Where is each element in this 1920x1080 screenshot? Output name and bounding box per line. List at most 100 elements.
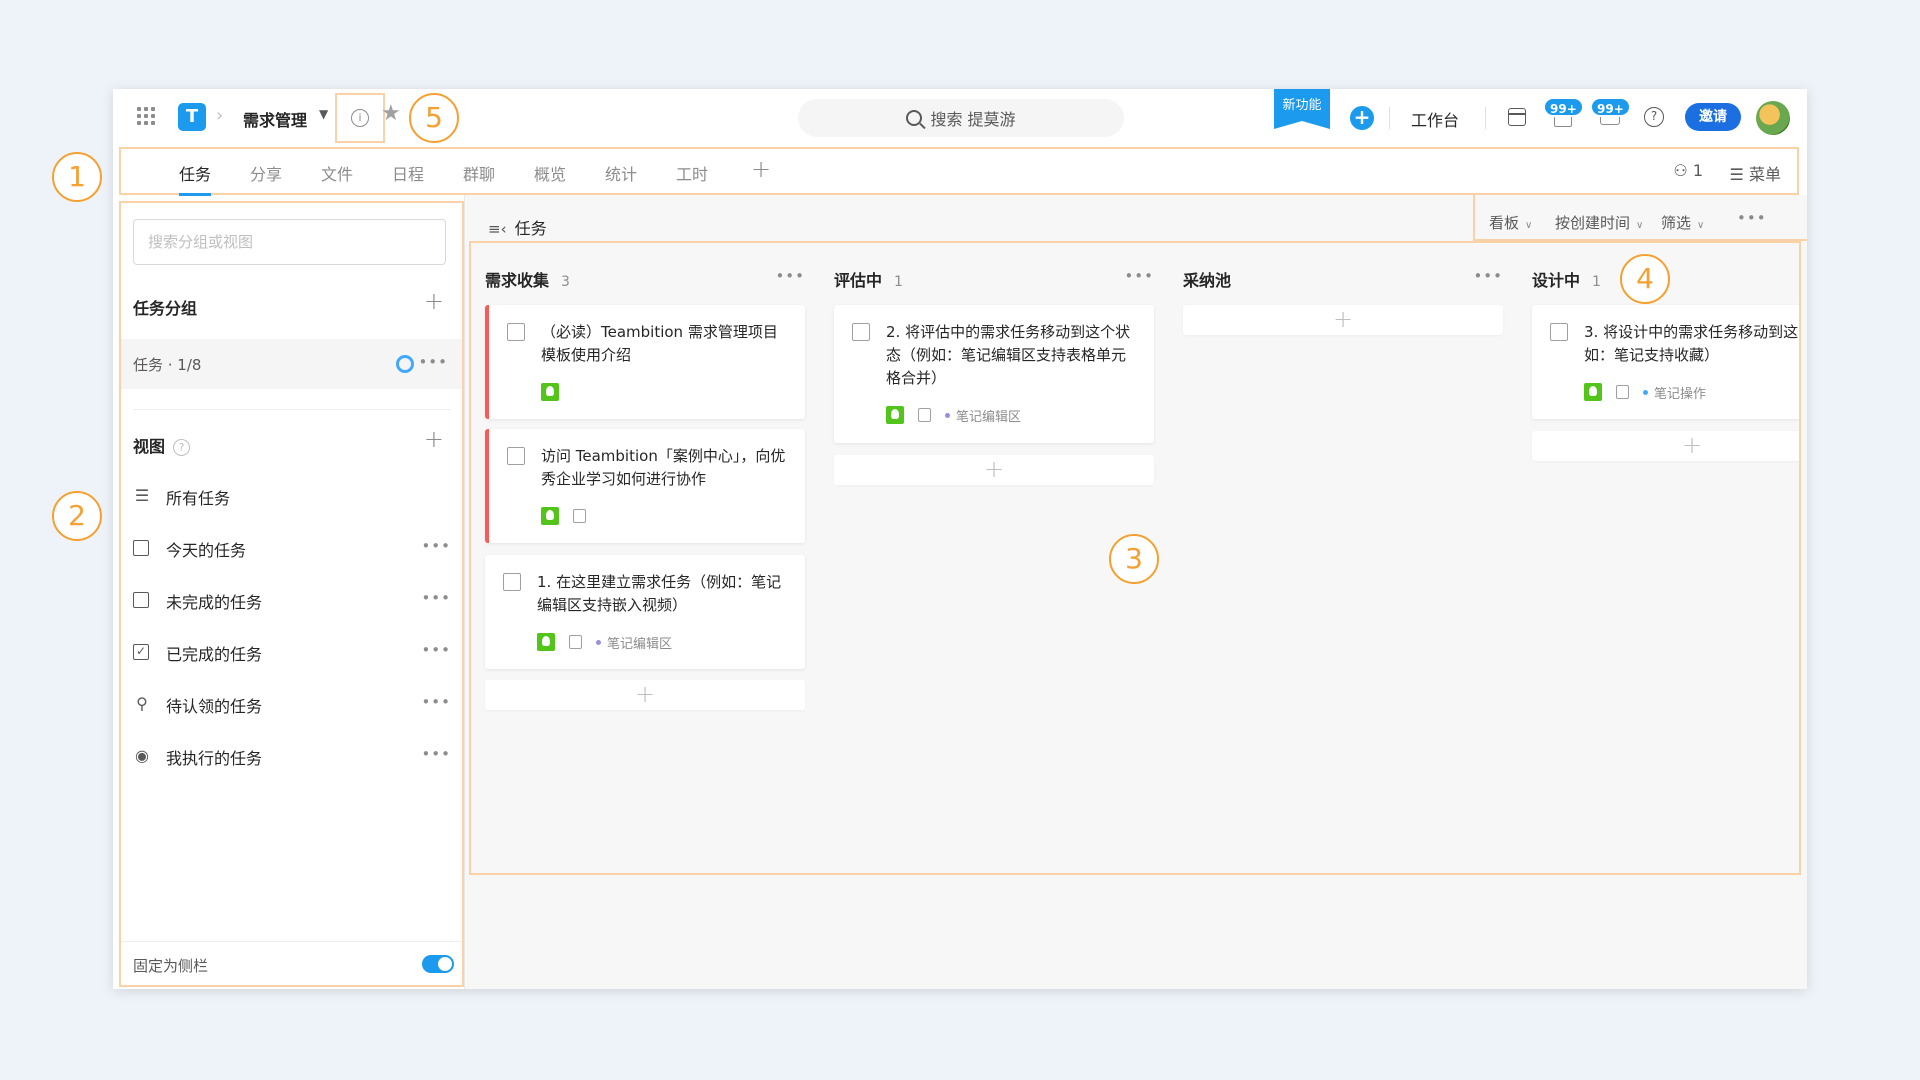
add-task-button[interactable]: + [1532,431,1799,461]
project-name[interactable]: 需求管理 [243,107,307,131]
task-card[interactable]: 2. 将评估中的需求任务移动到这个状态（例如：笔记编辑区支持表格单元格合并） 笔… [834,305,1154,443]
column-header: 设计中 1 [1532,267,1601,291]
view-item-all[interactable]: ☰ 所有任务 [133,485,451,509]
add-task-button[interactable]: + [485,680,805,710]
search-icon [906,110,923,126]
calendar-icon [133,540,149,556]
views-title: 视图? [133,433,191,457]
view-item-unclaimed[interactable]: ⚲ 待认领的任务 ••• [133,693,451,717]
column-header: 需求收集 3 [485,267,570,291]
add-group-icon[interactable]: + [424,287,444,315]
column-name: 需求收集 [485,271,550,290]
column-designing: 设计中 1 3. 将设计中的需求任务移动到这个状态（例如：笔记支持收藏） 笔记操作… [1532,243,1799,873]
task-card[interactable]: 访问 Teambition「案例中心」，向优秀企业学习如何进行协作 [485,429,805,543]
task-checkbox[interactable] [852,323,870,341]
task-title: 2. 将评估中的需求任务移动到这个状态（例如：笔记编辑区支持表格单元格合并） [886,323,1131,387]
help-icon[interactable]: ? [173,439,191,456]
group-item-label: 任务 · 1/8 [133,356,202,374]
progress-ring-icon [396,355,414,373]
group-item-tasks[interactable]: 任务 · 1/8 ••• [121,339,462,389]
task-title: 3. 将设计中的需求任务移动到这个状态（例如：笔记支持收藏） [1584,323,1799,364]
task-tag: 笔记编辑区 [945,406,1021,425]
task-board-area: ≡‹ 任务 看板 ∨ 按创建时间 ∨ 筛选 ∨ ••• 需求收集 3 ••• （必读）Te… [465,195,1807,989]
view-item-completed[interactable]: ✓ 已完成的任务 ••• [133,641,451,665]
task-tag: 笔记操作 [1643,383,1706,402]
apps-grid-icon[interactable] [137,107,155,125]
invite-button[interactable]: 邀请 [1685,103,1741,131]
more-options-icon[interactable]: ••• [1737,209,1767,227]
column-count: 1 [894,274,903,290]
more-icon[interactable]: ••• [421,589,451,607]
view-item-mine[interactable]: ◉ 我执行的任务 ••• [133,745,451,769]
menu-button[interactable]: ☰ 菜单 [1730,161,1781,185]
filter-dropdown[interactable]: 筛选 ∨ [1661,212,1704,233]
add-tab-icon[interactable]: + [751,155,771,183]
view-item-incomplete[interactable]: 未完成的任务 ••• [133,589,451,613]
more-icon[interactable]: ••• [1473,267,1503,285]
more-icon[interactable]: ••• [421,641,451,659]
search-label: 搜索 提莫游 [930,110,1016,129]
search-bar[interactable]: 搜索 提莫游 [798,99,1124,137]
calendar-icon[interactable] [1508,108,1526,126]
sidebar-search-input[interactable]: 搜索分组或视图 [133,219,446,265]
add-task-button[interactable]: + [1183,305,1503,335]
more-icon[interactable]: ••• [421,745,451,763]
top-bar: T › 需求管理 ▼ i ★ 搜索 提莫游 新功能 + 工作台 99+ 99+ … [113,89,1807,147]
column-name: 采纳池 [1183,271,1232,290]
sidebar-footer: 固定为侧栏 [121,941,462,985]
member-count[interactable]: ⚇ 1 [1673,161,1703,180]
note-icon [918,408,931,422]
member-count-value: 1 [1692,161,1703,180]
note-icon [1616,385,1629,399]
info-icon: i [351,109,369,127]
tab-group-chat[interactable]: 群聊 [463,161,495,185]
tab-schedule[interactable]: 日程 [392,161,424,185]
more-icon[interactable]: ••• [418,353,448,371]
task-card[interactable]: 1. 在这里建立需求任务（例如：笔记编辑区支持嵌入视频） 笔记编辑区 [485,555,805,669]
collapse-menu-icon[interactable]: ≡‹ [488,220,507,238]
more-icon[interactable]: ••• [421,693,451,711]
add-task-button[interactable]: + [834,455,1154,485]
task-checkbox[interactable] [1550,323,1568,341]
task-meta: 笔记编辑区 [886,406,1021,425]
lightbulb-icon [537,633,555,651]
tab-files[interactable]: 文件 [321,161,353,185]
view-mode-dropdown[interactable]: 看板 ∨ [1489,212,1532,233]
pin-sidebar-toggle[interactable] [422,955,454,973]
tab-overview[interactable]: 概览 [534,161,566,185]
notification-count-badge: 99+ [1543,97,1584,117]
divider [1485,107,1486,129]
project-info-button[interactable]: i [335,93,385,143]
tab-statistics[interactable]: 统计 [605,161,637,185]
workbench-link[interactable]: 工作台 [1411,107,1459,131]
more-icon[interactable]: ••• [775,267,805,285]
task-checkbox[interactable] [507,447,525,465]
teambition-logo[interactable]: T [178,103,206,131]
user-avatar[interactable] [1756,101,1790,135]
tab-share[interactable]: 分享 [250,161,282,185]
task-checkbox[interactable] [503,573,521,591]
help-icon[interactable]: ? [1644,107,1664,127]
callout-marker: 4 [1620,254,1670,304]
create-plus-button[interactable]: + [1350,106,1374,130]
caret-down-icon[interactable]: ▼ [319,107,328,121]
user-circle-icon: ◉ [135,746,149,765]
task-card[interactable]: （必读）Teambition 需求管理项目模板使用介绍 [485,305,805,419]
new-feature-badge[interactable]: 新功能 [1274,89,1330,129]
task-card[interactable]: 3. 将设计中的需求任务移动到这个状态（例如：笔记支持收藏） 笔记操作 [1532,305,1799,419]
more-icon[interactable]: ••• [421,537,451,555]
tab-tasks[interactable]: 任务 [179,161,212,196]
more-icon[interactable]: ••• [1124,267,1154,285]
divider [1389,107,1390,129]
tag-dot [945,412,950,418]
column-adopted: 采纳池 ••• + [1183,243,1503,873]
sort-dropdown[interactable]: 按创建时间 ∨ [1555,212,1643,233]
lightbulb-icon [886,406,904,424]
add-view-icon[interactable]: + [424,425,444,453]
column-name: 设计中 [1532,271,1581,290]
tab-work-hours[interactable]: 工时 [676,161,708,185]
star-icon[interactable]: ★ [381,101,401,126]
task-meta: 笔记操作 [1584,383,1706,402]
task-checkbox[interactable] [507,323,525,341]
view-item-today[interactable]: 今天的任务 ••• [133,537,451,561]
